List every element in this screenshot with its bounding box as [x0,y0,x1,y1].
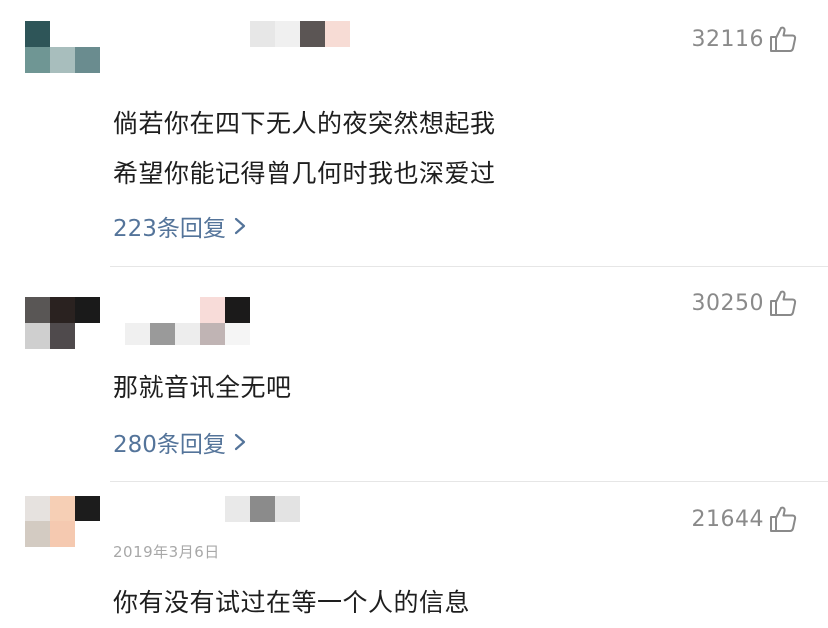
comment-item-2: 30250 那就音讯全无吧 280条回复 [0,268,828,482]
comment-item-3: 2019年3月6日 21644 你有没有试过在等一个人的信息 [0,482,828,622]
avatar[interactable] [25,21,100,73]
like-count: 30250 [691,290,764,316]
avatar[interactable] [25,297,100,349]
username[interactable] [225,496,300,522]
view-replies-link[interactable]: 223条回复 [113,209,246,243]
like-count: 21644 [691,506,764,532]
username[interactable] [200,297,250,323]
like-button[interactable]: 30250 [692,288,799,318]
thumbs-up-icon [770,26,797,52]
thumbs-up-icon [770,506,797,532]
divider [110,266,828,267]
replies-label: 280条回复 [113,432,226,458]
chevron-right-icon [234,433,246,451]
comment-date: 2019年3月6日 [113,543,220,561]
comment-text: 你有没有试过在等一个人的信息 [113,588,471,617]
thumbs-up-icon [770,290,797,316]
replies-label: 223条回复 [113,216,226,242]
like-button[interactable]: 32116 [692,24,799,54]
like-count: 32116 [691,26,764,52]
comment-text: 倘若你在四下无人的夜突然想起我 希望你能记得曾几何时我也深爱过 [113,109,496,188]
comment-item-1: 32116 倘若你在四下无人的夜突然想起我 希望你能记得曾几何时我也深爱过 22… [0,0,828,268]
timestamp-obscured [125,323,250,345]
avatar[interactable] [25,496,100,572]
chevron-right-icon [234,217,246,235]
username[interactable] [250,21,350,47]
view-replies-link[interactable]: 280条回复 [113,425,246,459]
comment-text: 那就音讯全无吧 [113,373,292,402]
like-button[interactable]: 21644 [692,504,799,534]
